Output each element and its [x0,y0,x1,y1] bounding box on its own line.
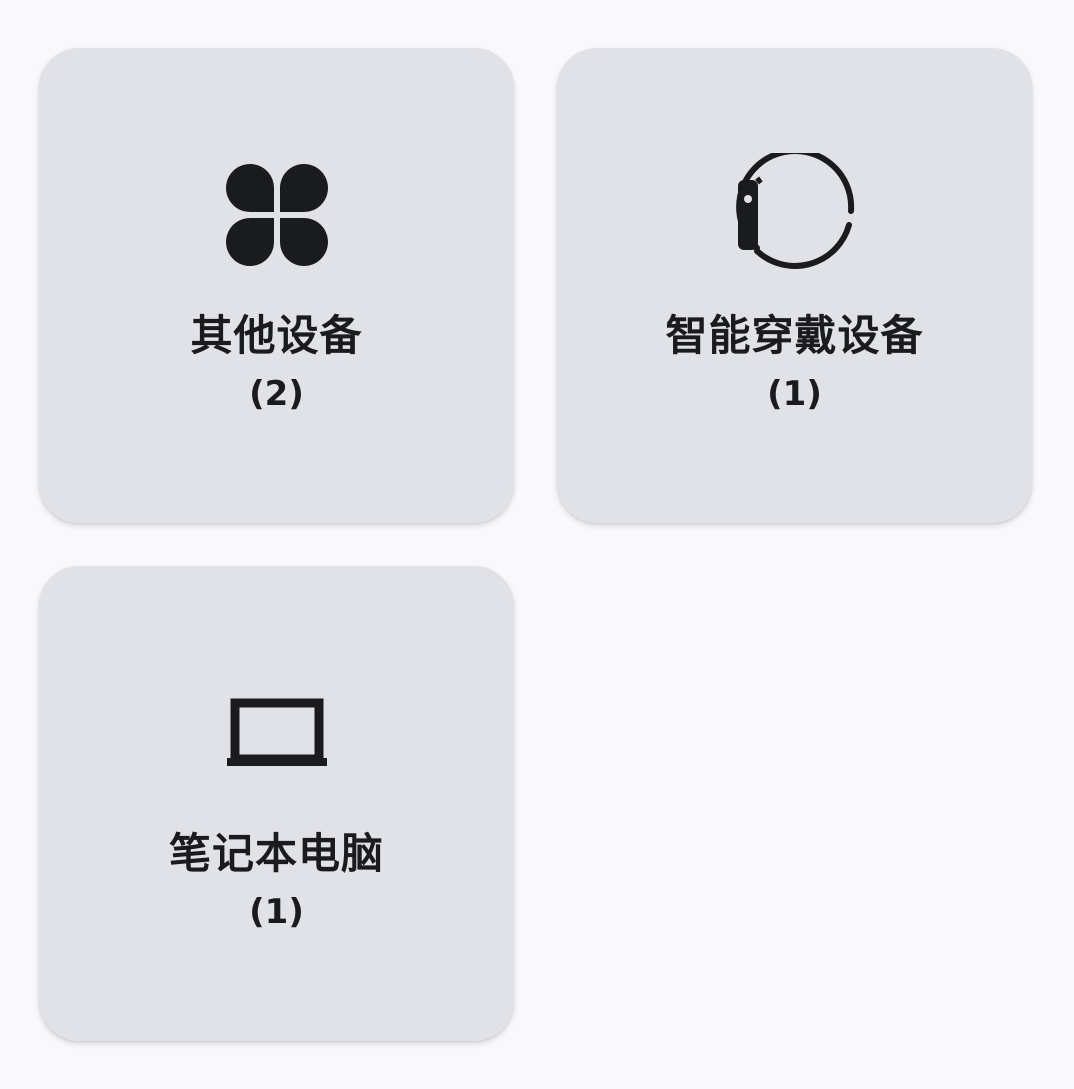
device-category-count: (1) [767,374,822,414]
device-card-laptop[interactable]: 笔记本电脑 (1) [39,566,514,1041]
device-category-count: (1) [249,892,304,932]
device-category-name: 笔记本电脑 [168,829,384,878]
device-card-wearable[interactable]: 智能穿戴设备 (1) [557,48,1032,523]
four-petal-grid-icon [225,164,328,266]
device-card-other[interactable]: 其他设备 (2) [39,48,514,523]
smartwatch-icon [735,153,854,269]
laptop-icon [226,698,327,766]
device-category-count: (2) [249,374,304,414]
device-category-name: 智能穿戴设备 [665,311,924,360]
device-category-name: 其他设备 [190,311,363,360]
